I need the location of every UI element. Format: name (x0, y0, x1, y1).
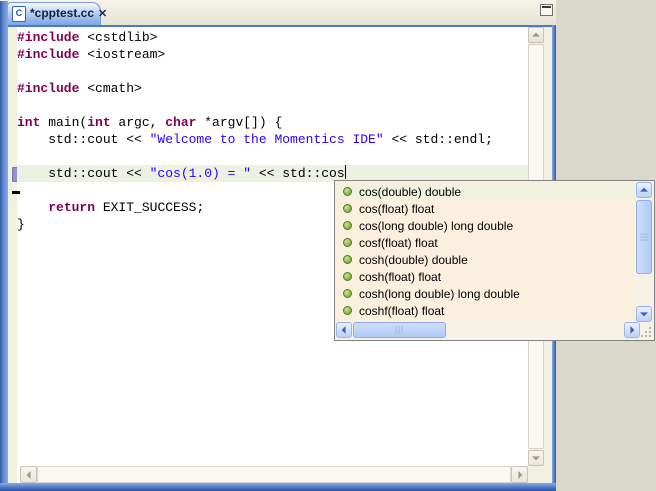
popup-scroll-left-button[interactable] (336, 322, 352, 338)
completion-item-label: cosf(float) float (359, 236, 438, 250)
popup-scroll-up-button[interactable] (636, 182, 652, 198)
popup-vertical-scrollbar[interactable] (635, 182, 653, 322)
scroll-up-button[interactable] (528, 27, 544, 43)
completion-item[interactable]: cos(float) float (336, 200, 635, 217)
completion-item[interactable]: coshf(float) float (336, 302, 635, 319)
code-token: <cstdlib> (79, 30, 157, 45)
code-token: argc, (111, 115, 166, 130)
code-line[interactable]: #include <iostream> (17, 46, 528, 63)
completion-item-label: cos(double) double (359, 185, 461, 199)
scroll-down-button[interactable] (528, 450, 544, 466)
code-token: std::cout << (17, 132, 150, 147)
code-token: std::cout << (17, 166, 150, 181)
popup-vscroll-thumb[interactable] (636, 200, 652, 274)
completion-item[interactable]: cosf(float) float (336, 234, 635, 251)
code-line[interactable]: #include <cmath> (17, 80, 528, 97)
completion-list[interactable]: cos(double) double cos(float) float cos(lo… (336, 182, 635, 322)
thumb-grip (395, 326, 404, 334)
public-method-icon (343, 187, 352, 196)
code-token: << std::cos (251, 166, 345, 181)
text-cursor (345, 165, 346, 179)
code-line[interactable] (17, 63, 528, 80)
code-token: return (48, 200, 95, 215)
popup-horizontal-scrollbar[interactable] (336, 322, 653, 339)
editor-frame-left-border (0, 1, 8, 491)
code-token: main( (40, 115, 87, 130)
arrow-right-icon (518, 471, 522, 479)
public-method-icon (343, 204, 352, 213)
public-method-icon (343, 221, 352, 230)
arrow-down-icon (532, 456, 540, 460)
code-token: "cos(1.0) = " (150, 166, 251, 181)
maximize-button[interactable] (540, 4, 553, 16)
tab-cpptest[interactable]: C *cpptest.cc ✕ (7, 2, 101, 25)
code-line[interactable]: int main(int argc, char *argv[]) { (17, 114, 528, 131)
code-token: #include (17, 81, 79, 96)
public-method-icon (343, 238, 352, 247)
scroll-left-button[interactable] (20, 466, 37, 483)
code-line[interactable] (17, 148, 528, 165)
tab-label: *cpptest.cc (30, 6, 94, 20)
close-icon[interactable]: ✕ (98, 7, 107, 20)
arrow-right-icon (630, 326, 634, 334)
completion-item-label: cosh(double) double (359, 253, 468, 267)
completion-item[interactable]: cosh(double) double (336, 251, 635, 268)
thumb-grip (640, 234, 648, 241)
public-method-icon (343, 255, 352, 264)
c-file-icon: C (12, 6, 26, 22)
completion-item-label: cos(long double) long double (359, 219, 513, 233)
public-method-icon (343, 306, 352, 315)
code-token: char (165, 115, 196, 130)
completion-item-label: cosh(long double) long double (359, 287, 520, 301)
code-token: EXIT_SUCCESS; (95, 200, 204, 215)
public-method-icon (343, 289, 352, 298)
popup-resize-grip[interactable] (640, 323, 653, 339)
arrow-left-icon (26, 471, 30, 479)
annotation-ruler[interactable] (8, 27, 17, 483)
content-assist-popup: cos(double) double cos(float) float cos(lo… (334, 180, 655, 341)
scrollbar-corner (528, 466, 552, 483)
popup-scroll-right-button[interactable] (624, 322, 640, 338)
editor-frame-bottom-border (0, 483, 556, 491)
code-line[interactable]: #include <cstdlib> (17, 29, 528, 46)
ide-editor-window: C *cpptest.cc ✕ #include <cstdlib>#inclu… (0, 0, 656, 491)
code-token: int (87, 115, 110, 130)
arrow-up-icon (640, 188, 648, 192)
public-method-icon (343, 272, 352, 281)
code-line[interactable]: std::cout << "Welcome to the Momentics I… (17, 131, 528, 148)
code-line[interactable] (17, 97, 528, 114)
scroll-right-button[interactable] (511, 466, 528, 483)
code-token: } (17, 217, 25, 232)
code-token (17, 200, 48, 215)
completion-item[interactable]: cos(double) double (336, 183, 635, 200)
code-token: int (17, 115, 40, 130)
arrow-left-icon (342, 326, 346, 334)
code-token: <iostream> (79, 47, 165, 62)
code-token: *argv[]) { (196, 115, 282, 130)
completion-item-label: cos(float) float (359, 202, 434, 216)
arrow-down-icon (640, 312, 648, 316)
code-token: #include (17, 30, 79, 45)
completion-item-label: cosh(float) float (359, 270, 441, 284)
code-token: #include (17, 47, 79, 62)
code-token: << std::endl; (384, 132, 493, 147)
completion-item[interactable]: cosh(long double) long double (336, 285, 635, 302)
popup-hscroll-thumb[interactable] (353, 322, 446, 338)
horizontal-scrollbar-thumb[interactable] (37, 466, 511, 483)
completion-item[interactable]: cosh(float) float (336, 268, 635, 285)
code-token: "Welcome to the Momentics IDE" (150, 132, 384, 147)
editor-horizontal-scrollbar[interactable] (20, 466, 528, 483)
completion-item-label: coshf(float) float (359, 304, 444, 318)
popup-scroll-down-button[interactable] (636, 306, 652, 322)
arrow-up-icon (532, 33, 540, 37)
code-token: <cmath> (79, 81, 141, 96)
editor-tab-bar: C *cpptest.cc ✕ (0, 0, 556, 27)
completion-item[interactable]: cos(long double) long double (336, 217, 635, 234)
